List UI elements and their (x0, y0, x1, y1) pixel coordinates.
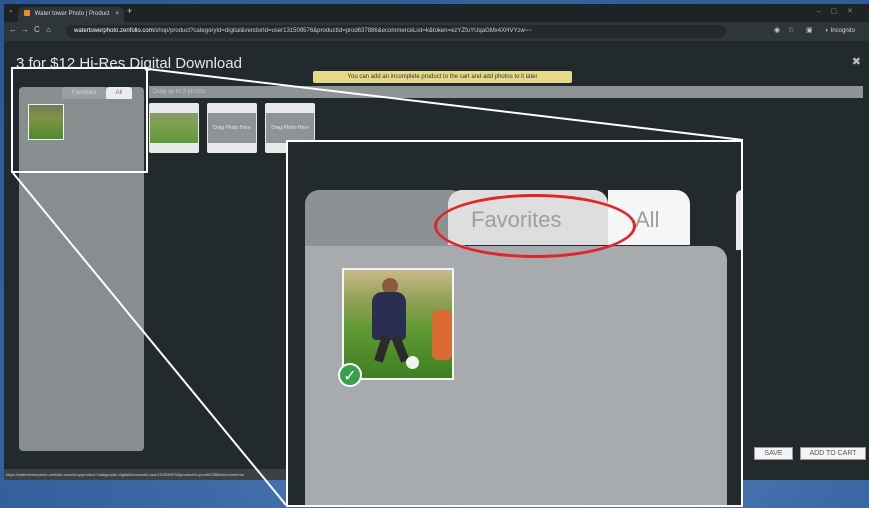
player-body (372, 292, 406, 340)
red-highlight-ring (434, 194, 636, 258)
zoom-inset: Favorites All ✓ (286, 140, 743, 507)
connector-line-top (147, 68, 744, 141)
opponent-player (432, 310, 452, 360)
connector-line-bottom (12, 172, 287, 506)
check-icon: ✓ (338, 363, 362, 387)
zoom-all-label: All (635, 207, 660, 232)
zoom-edge-tab (736, 190, 741, 250)
soccer-ball (406, 356, 419, 369)
zoom-photo-thumbnail[interactable] (342, 268, 454, 380)
highlight-box (11, 67, 148, 173)
